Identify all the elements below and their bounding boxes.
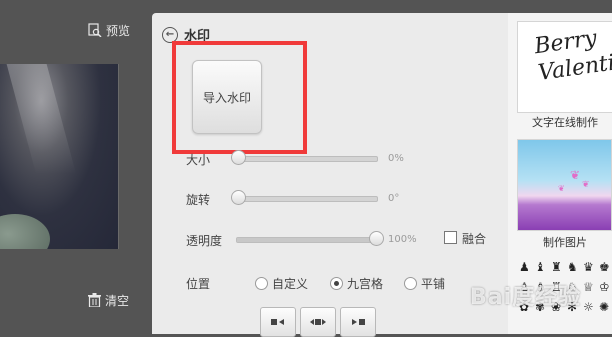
text-template-card[interactable]: Berry Valentine xyxy=(517,21,612,113)
shape-icon[interactable]: ♜ xyxy=(551,260,567,274)
light-ray xyxy=(3,64,77,174)
text-template-label[interactable]: 文字在线制作 xyxy=(515,114,612,130)
align-center-icon xyxy=(310,319,326,325)
shape-icon[interactable]: ♟ xyxy=(519,260,535,274)
butterfly-icon: ❦ xyxy=(570,168,581,182)
size-slider[interactable] xyxy=(231,150,378,165)
shape-icon[interactable]: ✺ xyxy=(599,300,612,314)
panel-title: 水印 xyxy=(184,29,211,44)
preview-label: 预览 xyxy=(106,23,131,38)
position-option-grid[interactable]: 九宫格 xyxy=(347,275,383,292)
blend-checkbox[interactable] xyxy=(444,231,457,244)
align-left-icon xyxy=(271,319,284,325)
rotate-slider-knob[interactable] xyxy=(231,190,246,205)
image-template-card[interactable]: ❦ ❦ ❦ xyxy=(517,139,612,231)
shape-icon[interactable]: ♕ xyxy=(583,280,599,294)
shape-icon[interactable]: ♔ xyxy=(599,280,612,294)
position-option-custom[interactable]: 自定义 xyxy=(272,275,308,292)
align-right-icon xyxy=(352,319,365,325)
trash-icon xyxy=(88,293,101,307)
align-top-center-button[interactable] xyxy=(300,307,336,337)
position-radio-grid[interactable] xyxy=(330,277,343,290)
align-top-right-button[interactable] xyxy=(340,307,376,337)
shape-icon[interactable]: ☼ xyxy=(583,300,599,314)
align-top-left-button[interactable] xyxy=(260,307,296,337)
preview-pane: 预览 清空 xyxy=(0,0,152,334)
position-label: 位置 xyxy=(186,277,211,291)
butterfly-icon: ❦ xyxy=(582,180,590,190)
rotate-label: 旋转 xyxy=(186,193,211,207)
size-value: 0% xyxy=(388,153,404,164)
clear-label: 清空 xyxy=(105,293,130,308)
shape-icon[interactable]: ♛ xyxy=(583,260,599,274)
position-radio-custom[interactable] xyxy=(255,277,268,290)
opacity-slider[interactable] xyxy=(236,231,384,246)
butterfly-icon: ❦ xyxy=(558,184,565,193)
preview-button[interactable]: 预览 xyxy=(88,20,130,40)
back-arrow-icon[interactable]: ← xyxy=(162,26,178,43)
import-watermark-button[interactable]: 导入水印 xyxy=(192,60,262,134)
shape-icon[interactable]: ♝ xyxy=(535,260,551,274)
site-watermark: Bai度经验 xyxy=(470,285,582,310)
size-label: 大小 xyxy=(186,153,211,167)
shape-icon[interactable]: ♞ xyxy=(567,260,583,274)
image-template-label[interactable]: 制作图片 xyxy=(515,234,612,250)
opacity-value: 100% xyxy=(388,234,417,245)
rotate-slider[interactable] xyxy=(231,190,378,205)
position-radio-tile[interactable] xyxy=(404,277,417,290)
opacity-label: 透明度 xyxy=(186,234,223,248)
panel-header: ← 水印 xyxy=(162,25,210,44)
position-option-tile[interactable]: 平铺 xyxy=(421,275,445,292)
opacity-slider-fill xyxy=(237,238,377,242)
preview-icon xyxy=(88,23,102,37)
leaf-shape xyxy=(0,214,50,249)
shape-icon[interactable]: ♚ xyxy=(599,260,612,274)
clear-button[interactable]: 清空 xyxy=(88,290,129,310)
template-art-text: Berry Valentine xyxy=(532,25,612,87)
opacity-slider-knob[interactable] xyxy=(369,231,384,246)
rotate-value: 0° xyxy=(388,193,400,204)
photo-preview xyxy=(0,64,119,249)
watermark-panel: ← 水印 导入水印 大小 0% 旋转 0° 透明度 100% 融合 位置 自定义… xyxy=(152,13,508,337)
blend-label: 融合 xyxy=(462,232,487,246)
size-slider-knob[interactable] xyxy=(231,150,246,165)
